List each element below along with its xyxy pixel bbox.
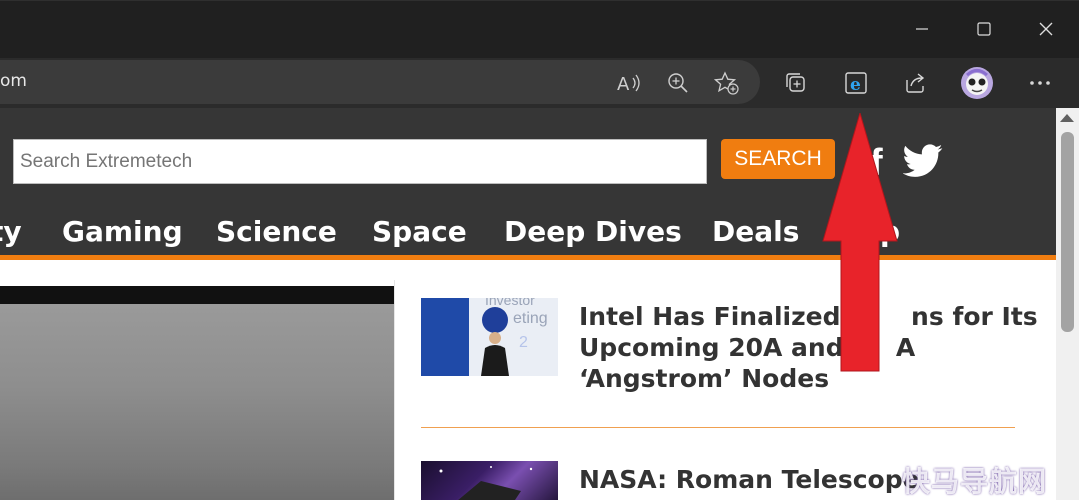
nav-item-deep-dives[interactable]: Deep Dives bbox=[504, 215, 682, 248]
nav-item-gaming[interactable]: Gaming bbox=[62, 215, 183, 248]
article-title[interactable]: Intel Has Finalized P ns for Its Upcomin… bbox=[579, 301, 1038, 394]
telescope-graphic bbox=[439, 466, 533, 500]
scroll-up-arrow-icon[interactable] bbox=[1060, 114, 1074, 122]
article-title[interactable]: NASA: Roman Telescope bbox=[579, 464, 920, 495]
twitter-icon[interactable] bbox=[903, 144, 943, 178]
article-title-line: Intel Has Finalized P ns for Its bbox=[579, 302, 1038, 331]
collections-icon bbox=[786, 73, 805, 92]
svg-text:e: e bbox=[850, 75, 861, 95]
minimize-icon bbox=[916, 28, 928, 30]
profile-button[interactable] bbox=[958, 64, 996, 102]
site-search-button[interactable]: SEARCH bbox=[721, 139, 835, 179]
article-title-line: NASA: Roman Telescope bbox=[579, 465, 920, 494]
collections-button[interactable] bbox=[779, 66, 813, 100]
hero-image[interactable] bbox=[0, 286, 394, 500]
nav-item-science[interactable]: Science bbox=[216, 215, 337, 248]
svg-text:A: A bbox=[617, 74, 630, 94]
more-button[interactable] bbox=[1023, 66, 1057, 100]
article-title-line: ‘Angstrom’ Nodes bbox=[579, 364, 830, 393]
presenter-figure bbox=[481, 307, 509, 376]
add-favorite-icon bbox=[714, 71, 739, 95]
zoom-button[interactable] bbox=[661, 66, 695, 100]
address-bar[interactable]: om bbox=[0, 60, 760, 104]
red-arrow-annotation bbox=[822, 113, 898, 372]
share-button[interactable] bbox=[898, 66, 932, 100]
read-aloud-icon: A bbox=[617, 74, 640, 94]
maximize-button[interactable] bbox=[961, 9, 1007, 49]
thumbnail-stage-panel bbox=[421, 298, 469, 376]
read-aloud-button[interactable]: A bbox=[612, 66, 646, 100]
add-favorite-button[interactable] bbox=[710, 66, 744, 100]
site-search-input[interactable] bbox=[13, 139, 707, 184]
article-thumbnail[interactable]: Investor eting 2 bbox=[421, 298, 558, 376]
article-thumbnail[interactable] bbox=[421, 461, 558, 500]
browser-toolbar: om A e bbox=[0, 58, 1079, 108]
title-bar bbox=[0, 0, 1079, 59]
article-title-line: Upcoming 20A and 1 A bbox=[579, 333, 916, 362]
page-scrollbar[interactable] bbox=[1056, 108, 1079, 500]
close-icon bbox=[1039, 22, 1053, 36]
more-icon bbox=[1030, 81, 1050, 85]
share-icon bbox=[906, 73, 925, 93]
article-divider bbox=[421, 427, 1015, 428]
minimize-button[interactable] bbox=[899, 9, 945, 49]
watermark: 快马导航网 bbox=[902, 465, 1048, 498]
close-button[interactable] bbox=[1023, 9, 1069, 49]
address-url[interactable]: om bbox=[0, 71, 27, 91]
nav-item-deals[interactable]: Deals bbox=[712, 215, 799, 248]
scroll-thumb[interactable] bbox=[1061, 132, 1074, 332]
nav-item-partial-left[interactable]: ty bbox=[0, 215, 22, 248]
nav-item-space[interactable]: Space bbox=[372, 215, 467, 248]
zoom-icon bbox=[668, 73, 688, 93]
ie-mode-button[interactable]: e bbox=[839, 66, 873, 100]
ie-mode-icon: e bbox=[845, 72, 867, 95]
profile-avatar bbox=[961, 67, 993, 99]
maximize-icon bbox=[977, 22, 991, 36]
